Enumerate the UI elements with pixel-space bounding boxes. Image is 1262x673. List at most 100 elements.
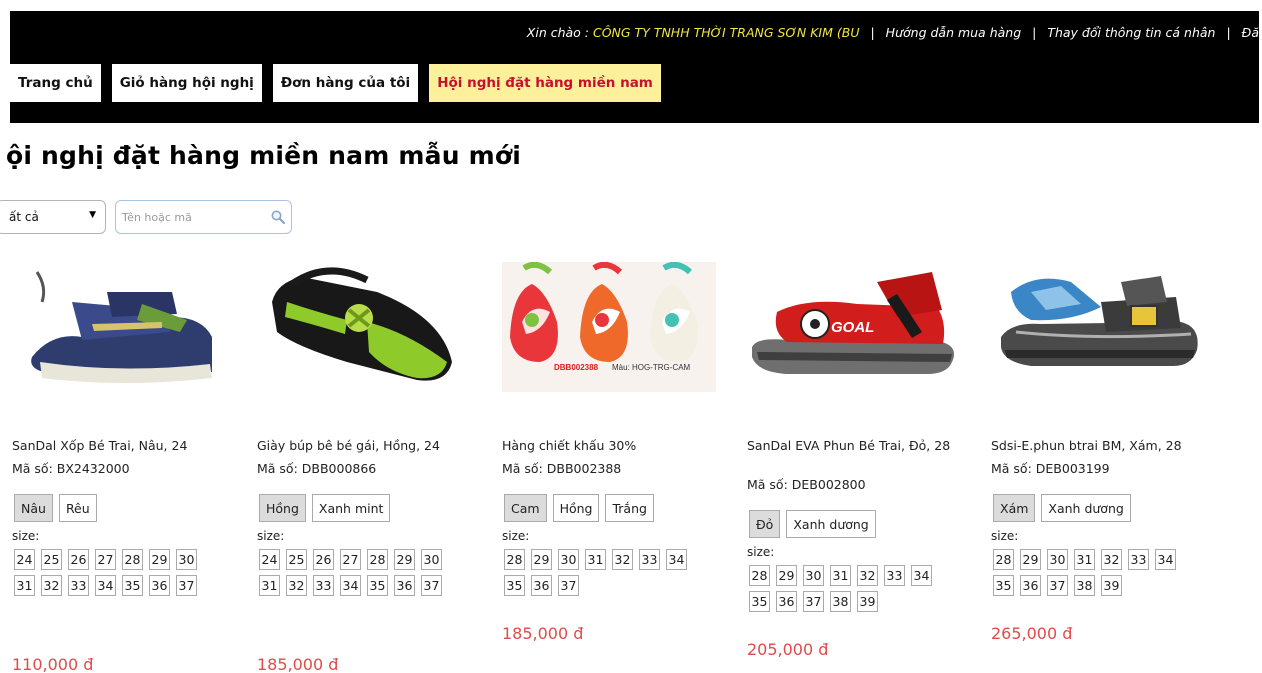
color-option[interactable]: Xanh mint [311, 494, 391, 522]
product-card[interactable]: GOAL SanDal EVA Phun Bé Trai, Đỏ, 28 Mã … [747, 262, 979, 673]
size-option[interactable]: 28 [749, 565, 770, 586]
size-option[interactable]: 24 [259, 549, 280, 570]
product-card[interactable]: SanDal Xốp Bé Trai, Nâu, 24 Mã số: BX243… [12, 262, 244, 673]
size-option[interactable]: 30 [558, 549, 579, 570]
color-option[interactable]: Cam [504, 494, 547, 522]
product-price: 185,000 đ [502, 624, 584, 643]
edit-profile-link[interactable]: Thay đổi thông tin cá nhân [1047, 25, 1215, 40]
color-option[interactable]: Hồng [552, 494, 600, 522]
size-option[interactable]: 29 [531, 549, 552, 570]
color-option[interactable]: Trắng [605, 494, 654, 522]
tab-home[interactable]: Trang chủ [10, 64, 101, 102]
size-option[interactable]: 33 [1128, 549, 1149, 570]
size-option[interactable]: 31 [14, 575, 35, 596]
size-option[interactable]: 32 [857, 565, 878, 586]
size-option[interactable]: 29 [776, 565, 797, 586]
size-option[interactable]: 38 [1074, 575, 1095, 596]
buying-guide-link[interactable]: Hướng dẫn mua hàng [886, 25, 1021, 40]
product-name[interactable]: Giày búp bê bé gái, Hồng, 24 [257, 439, 489, 453]
size-option[interactable]: 36 [149, 575, 170, 596]
color-option[interactable]: Hồng [259, 494, 306, 522]
product-name[interactable]: SanDal Xốp Bé Trai, Nâu, 24 [12, 439, 244, 453]
size-option[interactable]: 29 [394, 549, 415, 570]
size-option[interactable]: 28 [122, 549, 143, 570]
search-input[interactable] [122, 208, 272, 226]
product-image[interactable] [12, 262, 226, 392]
size-option[interactable]: 27 [95, 549, 116, 570]
size-option[interactable]: 39 [857, 591, 878, 612]
size-option[interactable]: 37 [176, 575, 197, 596]
size-option[interactable]: 36 [776, 591, 797, 612]
color-option[interactable]: Xanh dương [1041, 494, 1131, 522]
size-option[interactable]: 31 [1074, 549, 1095, 570]
product-image[interactable] [257, 262, 471, 392]
color-option[interactable]: Xám [993, 494, 1036, 522]
color-option[interactable]: Rêu [58, 494, 97, 522]
size-option[interactable]: 28 [993, 549, 1014, 570]
product-image[interactable]: DBB002388 Màu: HOG-TRG-CAM [502, 262, 716, 392]
tab-my-orders[interactable]: Đơn hàng của tôi [272, 64, 419, 102]
size-option[interactable]: 36 [1020, 575, 1041, 596]
product-card[interactable]: Giày búp bê bé gái, Hồng, 24 Mã số: DBB0… [257, 262, 489, 673]
size-option[interactable]: 35 [504, 575, 525, 596]
size-option[interactable]: 32 [286, 575, 307, 596]
size-option[interactable]: 31 [259, 575, 280, 596]
size-option[interactable]: 33 [884, 565, 905, 586]
product-image[interactable] [991, 262, 1205, 392]
size-option[interactable]: 30 [421, 549, 442, 570]
size-option[interactable]: 36 [394, 575, 415, 596]
size-option[interactable]: 33 [639, 549, 660, 570]
size-option[interactable]: 34 [666, 549, 687, 570]
size-option[interactable]: 24 [14, 549, 35, 570]
size-label: size: [502, 529, 530, 543]
size-option[interactable]: 35 [367, 575, 388, 596]
size-option[interactable]: 31 [585, 549, 606, 570]
product-name[interactable]: Sdsi-E.phun btrai BM, Xám, 28 [991, 439, 1223, 453]
size-option[interactable]: 25 [286, 549, 307, 570]
size-option[interactable]: 37 [421, 575, 442, 596]
size-option[interactable]: 27 [340, 549, 361, 570]
size-option[interactable]: 30 [803, 565, 824, 586]
size-option[interactable]: 33 [313, 575, 334, 596]
size-option[interactable]: 34 [1155, 549, 1176, 570]
product-name[interactable]: Hàng chiết khấu 30% [502, 439, 734, 453]
size-option[interactable]: 37 [1047, 575, 1068, 596]
size-option[interactable]: 30 [1047, 549, 1068, 570]
size-option[interactable]: 25 [41, 549, 62, 570]
product-card[interactable]: Sdsi-E.phun btrai BM, Xám, 28 Mã số: DEB… [991, 262, 1223, 673]
category-select[interactable]: ất cả ▼ [0, 200, 106, 234]
size-option[interactable]: 39 [1101, 575, 1122, 596]
size-option[interactable]: 34 [95, 575, 116, 596]
size-option[interactable]: 34 [340, 575, 361, 596]
size-option[interactable]: 38 [830, 591, 851, 612]
size-option[interactable]: 36 [531, 575, 552, 596]
color-option[interactable]: Đỏ [749, 510, 781, 538]
size-option[interactable]: 32 [1101, 549, 1122, 570]
product-name[interactable]: SanDal EVA Phun Bé Trai, Đỏ, 28 [747, 439, 979, 453]
tab-south-conference[interactable]: Hội nghị đặt hàng miền nam [429, 64, 661, 102]
size-option[interactable]: 28 [367, 549, 388, 570]
size-option[interactable]: 26 [68, 549, 89, 570]
size-option[interactable]: 34 [911, 565, 932, 586]
size-option[interactable]: 28 [504, 549, 525, 570]
size-option[interactable]: 37 [803, 591, 824, 612]
size-option[interactable]: 32 [41, 575, 62, 596]
size-option[interactable]: 30 [176, 549, 197, 570]
size-option[interactable]: 29 [1020, 549, 1041, 570]
product-image[interactable]: GOAL [747, 262, 961, 392]
search-icon[interactable] [270, 209, 286, 225]
size-option[interactable]: 35 [993, 575, 1014, 596]
color-option[interactable]: Xanh dương [786, 510, 876, 538]
size-option[interactable]: 35 [749, 591, 770, 612]
size-option[interactable]: 37 [558, 575, 579, 596]
size-option[interactable]: 33 [68, 575, 89, 596]
color-option[interactable]: Nâu [14, 494, 53, 522]
size-option[interactable]: 29 [149, 549, 170, 570]
size-option[interactable]: 32 [612, 549, 633, 570]
size-option[interactable]: 31 [830, 565, 851, 586]
size-option[interactable]: 35 [122, 575, 143, 596]
product-card[interactable]: DBB002388 Màu: HOG-TRG-CAM Hàng chiết kh… [502, 262, 734, 673]
size-option[interactable]: 26 [313, 549, 334, 570]
logout-link[interactable]: Đă [1242, 25, 1259, 40]
tab-conference-cart[interactable]: Giỏ hàng hội nghị [111, 64, 262, 102]
